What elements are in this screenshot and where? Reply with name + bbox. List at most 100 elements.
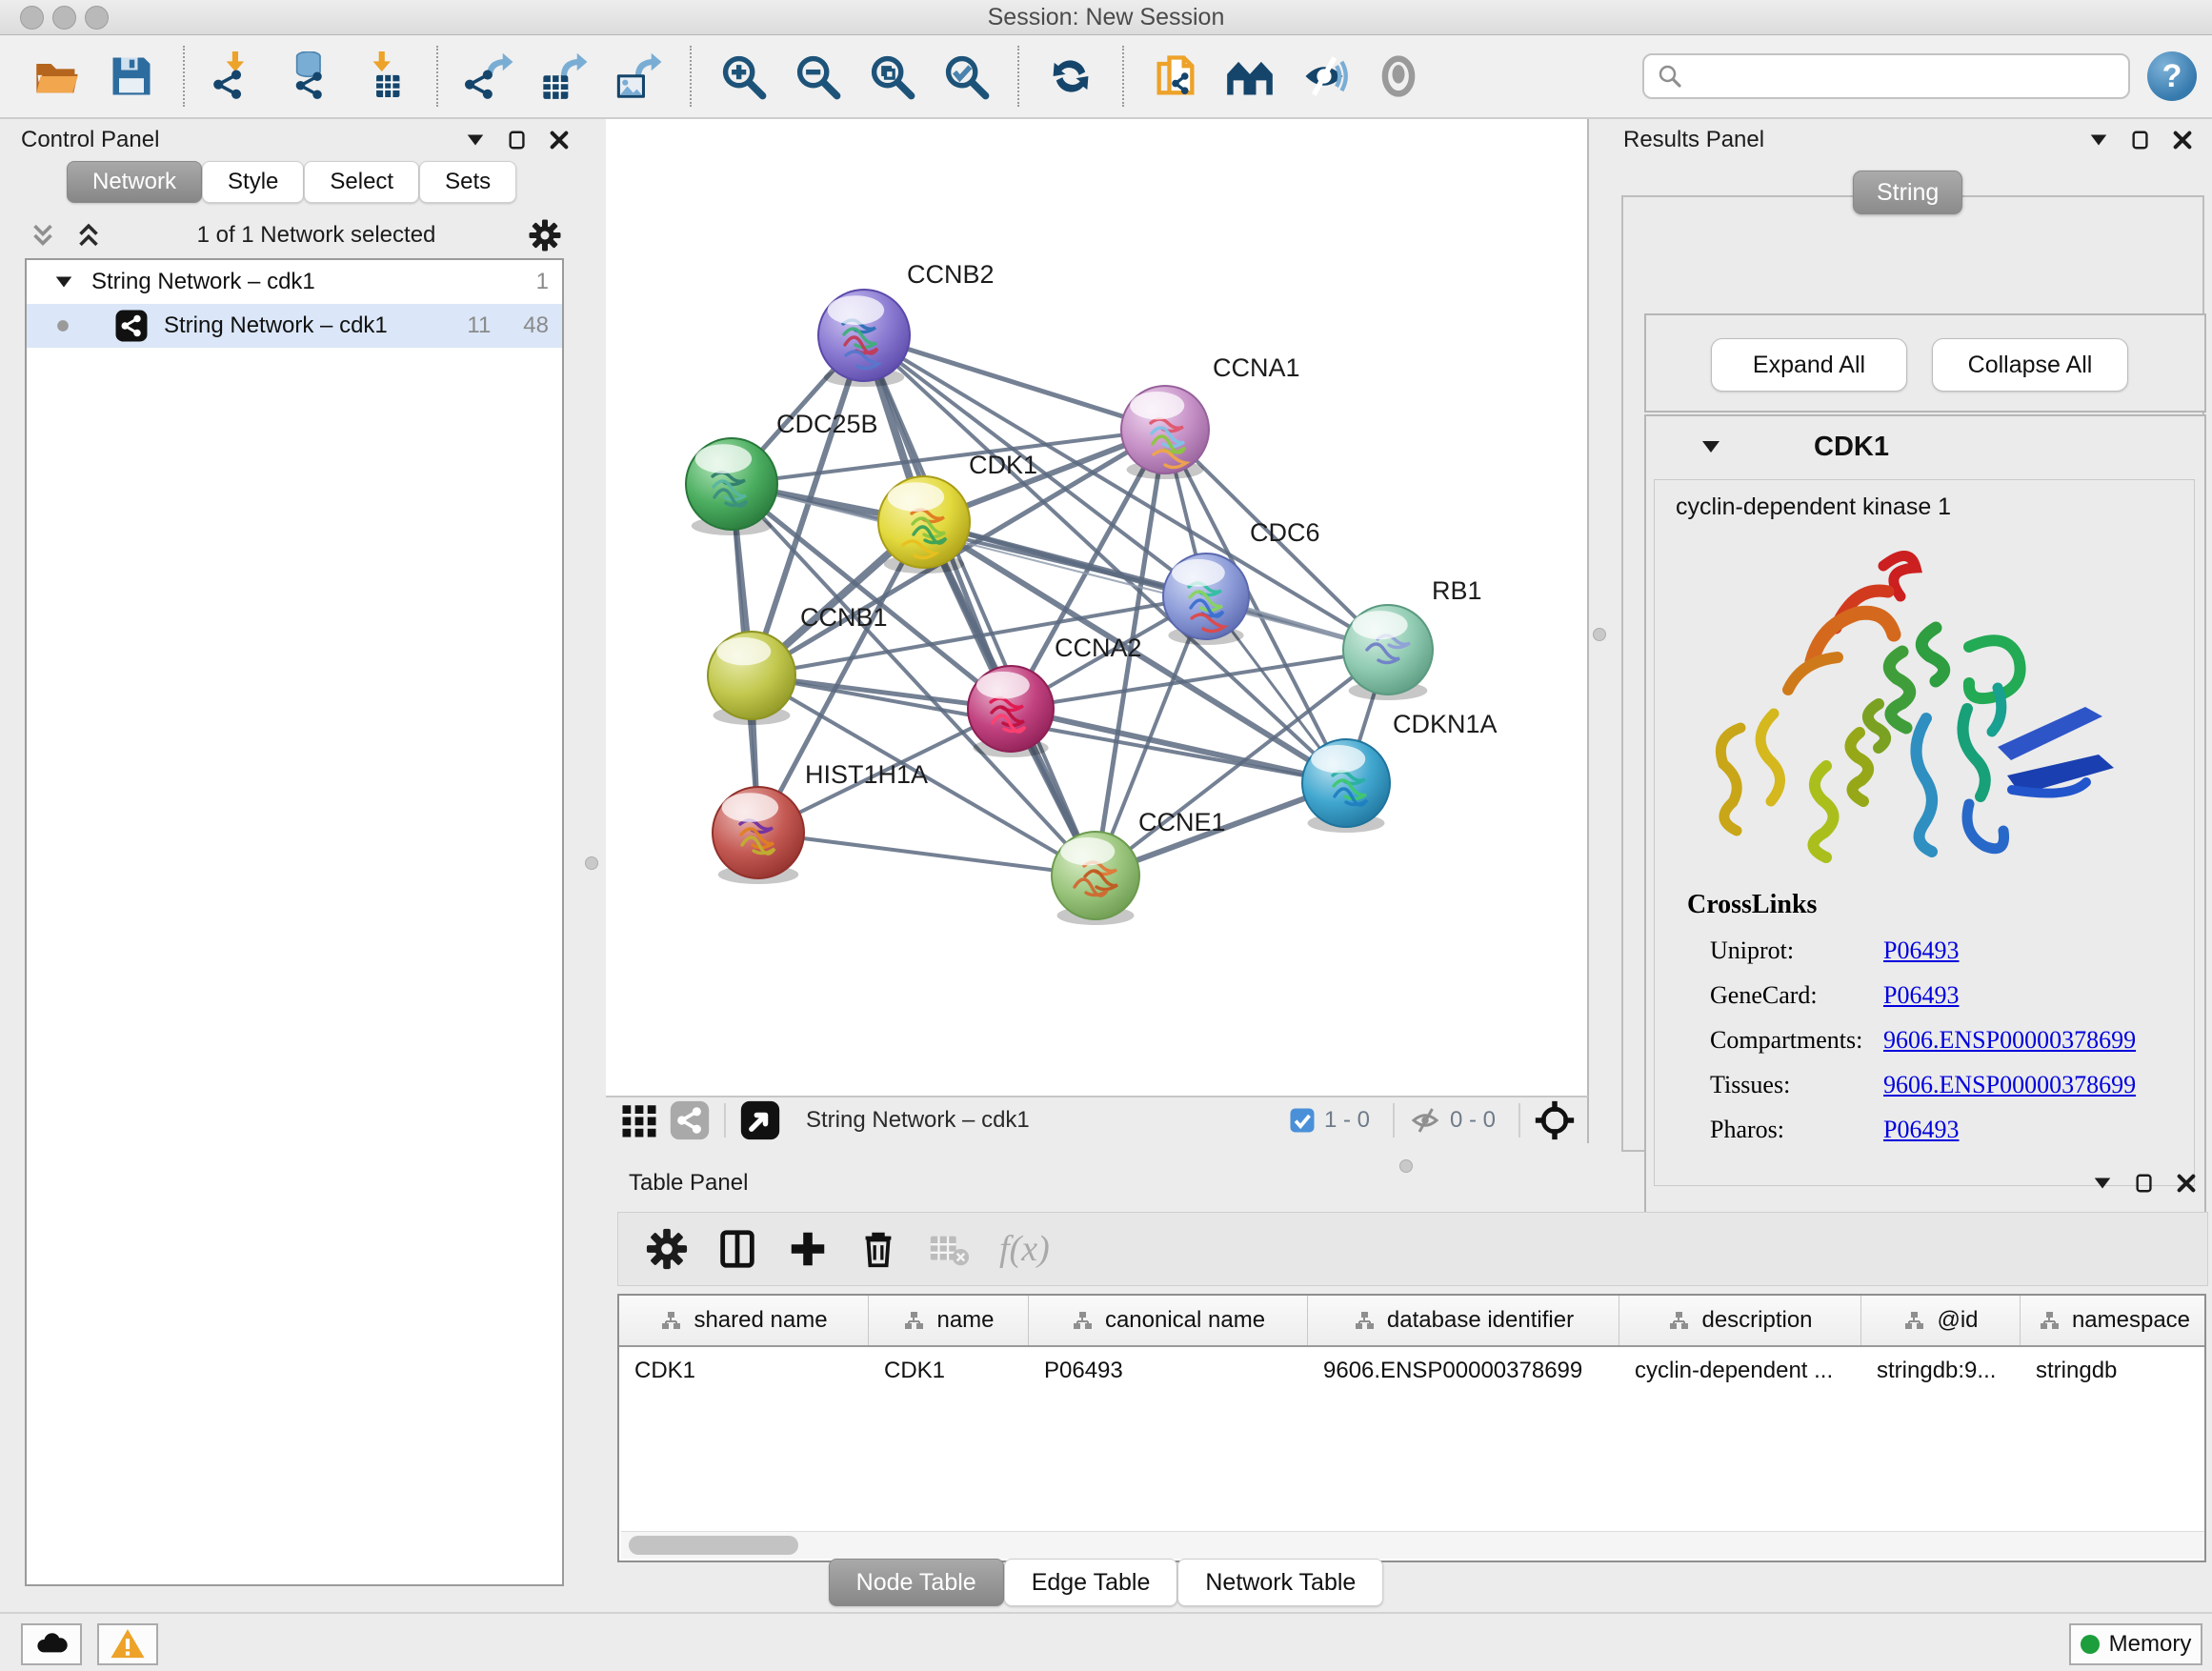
crosslink-genecard-link[interactable]: P06493 — [1883, 981, 1959, 1010]
edge-CCNB2-CCNA1[interactable] — [864, 335, 1165, 430]
column-header-canonical-name[interactable]: canonical name — [1029, 1296, 1308, 1345]
zoom-selected-icon[interactable] — [941, 51, 991, 101]
node-table[interactable]: shared namenamecanonical namedatabase id… — [617, 1294, 2206, 1562]
hidden-eye-slash-icon[interactable] — [1408, 1103, 1442, 1137]
export-image-icon[interactable] — [613, 51, 663, 101]
scrollbar-thumb[interactable] — [629, 1536, 798, 1555]
tab-style[interactable]: Style — [202, 161, 304, 203]
import-network-file-icon[interactable] — [211, 51, 261, 101]
import-table-icon[interactable] — [360, 51, 410, 101]
network-tiles-icon[interactable] — [619, 1100, 659, 1140]
function-builder-icon[interactable]: f(x) — [999, 1228, 1050, 1270]
tab-node-table[interactable]: Node Table — [829, 1559, 1004, 1606]
selected-checkbox-icon[interactable] — [1288, 1106, 1317, 1135]
warnings-button[interactable] — [97, 1623, 158, 1665]
node-CDKN1A[interactable]: CDKN1A — [1302, 710, 1498, 833]
network-collection-row[interactable]: String Network – cdk1 1 — [27, 260, 562, 304]
show-all-icon[interactable] — [1374, 51, 1423, 101]
node-HIST1H1A[interactable]: HIST1H1A — [713, 760, 928, 884]
node-RB1[interactable]: RB1 — [1343, 576, 1482, 700]
table-cell[interactable]: cyclin-dependent ... — [1619, 1347, 1861, 1395]
node-CCNB1[interactable]: CCNB1 — [708, 603, 888, 725]
zoom-fit-icon[interactable] — [867, 51, 916, 101]
float-panel-icon[interactable] — [2092, 1173, 2113, 1194]
search-input[interactable] — [1684, 62, 2128, 91]
new-network-from-selection-icon[interactable] — [1151, 51, 1200, 101]
crosslink-tissues-link[interactable]: 9606.ENSP00000378699 — [1883, 1071, 2136, 1099]
first-neighbors-icon[interactable] — [1225, 51, 1275, 101]
collapse-all-button[interactable]: Collapse All — [1932, 338, 2128, 392]
apply-preferred-layout-icon[interactable] — [1046, 51, 1096, 101]
detach-view-icon[interactable] — [739, 1099, 781, 1141]
network-type-icon — [114, 309, 149, 343]
zoom-out-icon[interactable] — [793, 51, 842, 101]
memory-button[interactable]: Memory — [2069, 1623, 2202, 1665]
table-settings-gear-icon[interactable] — [645, 1227, 689, 1271]
help-button[interactable]: ? — [2147, 51, 2197, 101]
network-row-label: String Network – cdk1 — [164, 312, 467, 339]
node-CDC25B[interactable]: CDC25B — [686, 410, 878, 535]
close-panel-icon[interactable] — [2172, 130, 2193, 151]
protein-expander-icon[interactable] — [1699, 435, 1722, 458]
table-row[interactable]: CDK1CDK1P064939606.ENSP00000378699cyclin… — [619, 1347, 2204, 1395]
tab-string[interactable]: String — [1853, 171, 1962, 214]
cloud-button[interactable] — [21, 1623, 82, 1665]
column-header--id[interactable]: @id — [1861, 1296, 2021, 1345]
collection-expander-icon[interactable] — [53, 272, 74, 292]
tab-network[interactable]: Network — [67, 161, 202, 203]
column-header-namespace[interactable]: namespace — [2021, 1296, 2206, 1345]
table-cell[interactable]: stringdb — [2021, 1347, 2206, 1395]
table-cell[interactable]: CDK1 — [619, 1347, 869, 1395]
hide-selected-icon[interactable] — [1299, 51, 1349, 101]
search-box[interactable] — [1642, 53, 2130, 99]
network-options-gear-icon[interactable] — [528, 218, 562, 252]
column-header-database-identifier[interactable]: database identifier — [1308, 1296, 1619, 1345]
delete-table-icon[interactable] — [927, 1227, 971, 1271]
tab-edge-table[interactable]: Edge Table — [1004, 1559, 1178, 1606]
add-row-icon[interactable] — [786, 1227, 830, 1271]
edge-HIST1H1A-CCNE1[interactable] — [758, 833, 1096, 876]
network-row[interactable]: String Network – cdk1 11 48 — [27, 304, 562, 348]
table-cell[interactable]: 9606.ENSP00000378699 — [1308, 1347, 1619, 1395]
close-panel-icon[interactable] — [549, 130, 570, 151]
hidden-node-edge-counts: 0 - 0 — [1450, 1107, 1496, 1134]
crosslink-uniprot-link[interactable]: P06493 — [1883, 936, 1959, 965]
left-splitter-handle[interactable] — [585, 856, 598, 870]
network-share-view-icon[interactable] — [669, 1099, 711, 1141]
right-splitter-handle[interactable] — [1593, 628, 1606, 641]
expand-all-button[interactable]: Expand All — [1711, 338, 1907, 392]
node-CCNE1[interactable]: CCNE1 — [1052, 808, 1226, 925]
column-header-name[interactable]: name — [869, 1296, 1029, 1345]
open-session-icon[interactable] — [32, 51, 82, 101]
crosslink-compartments-link[interactable]: 9606.ENSP00000378699 — [1883, 1026, 2136, 1055]
float-panel-icon[interactable] — [2088, 130, 2109, 151]
tab-sets[interactable]: Sets — [419, 161, 516, 203]
table-cell[interactable]: P06493 — [1029, 1347, 1308, 1395]
export-table-icon[interactable] — [539, 51, 589, 101]
maximize-panel-icon[interactable] — [2134, 1173, 2155, 1194]
network-graph[interactable]: CCNB2CCNA1CDC25BCDK1CDC6RB1CCNB1CCNA2CDK… — [606, 119, 1587, 1096]
maximize-panel-icon[interactable] — [2130, 130, 2151, 151]
table-cell[interactable]: stringdb:9... — [1861, 1347, 2021, 1395]
show-columns-icon[interactable] — [715, 1227, 759, 1271]
export-network-icon[interactable] — [465, 51, 514, 101]
close-panel-icon[interactable] — [2176, 1173, 2197, 1194]
table-cell[interactable]: CDK1 — [869, 1347, 1029, 1395]
network-canvas[interactable]: CCNB2CCNA1CDC25BCDK1CDC6RB1CCNB1CCNA2CDK… — [606, 119, 1589, 1096]
zoom-in-icon[interactable] — [718, 51, 768, 101]
import-network-database-icon[interactable] — [286, 51, 335, 101]
table-horizontal-scrollbar[interactable] — [621, 1531, 2206, 1559]
tab-network-table[interactable]: Network Table — [1177, 1559, 1383, 1606]
delete-row-icon[interactable] — [856, 1227, 900, 1271]
float-panel-icon[interactable] — [465, 130, 486, 151]
crosslink-pharos-link[interactable]: P06493 — [1883, 1116, 1959, 1144]
save-session-icon[interactable] — [107, 51, 156, 101]
tab-select[interactable]: Select — [304, 161, 419, 203]
column-header-description[interactable]: description — [1619, 1296, 1861, 1345]
column-header-shared-name[interactable]: shared name — [619, 1296, 869, 1345]
node-CCNA1[interactable]: CCNA1 — [1121, 353, 1300, 479]
expand-all-networks-icon[interactable] — [72, 219, 105, 252]
maximize-panel-icon[interactable] — [507, 130, 528, 151]
birds-eye-crosshair-icon[interactable] — [1534, 1099, 1576, 1141]
collapse-all-networks-icon[interactable] — [27, 219, 59, 252]
